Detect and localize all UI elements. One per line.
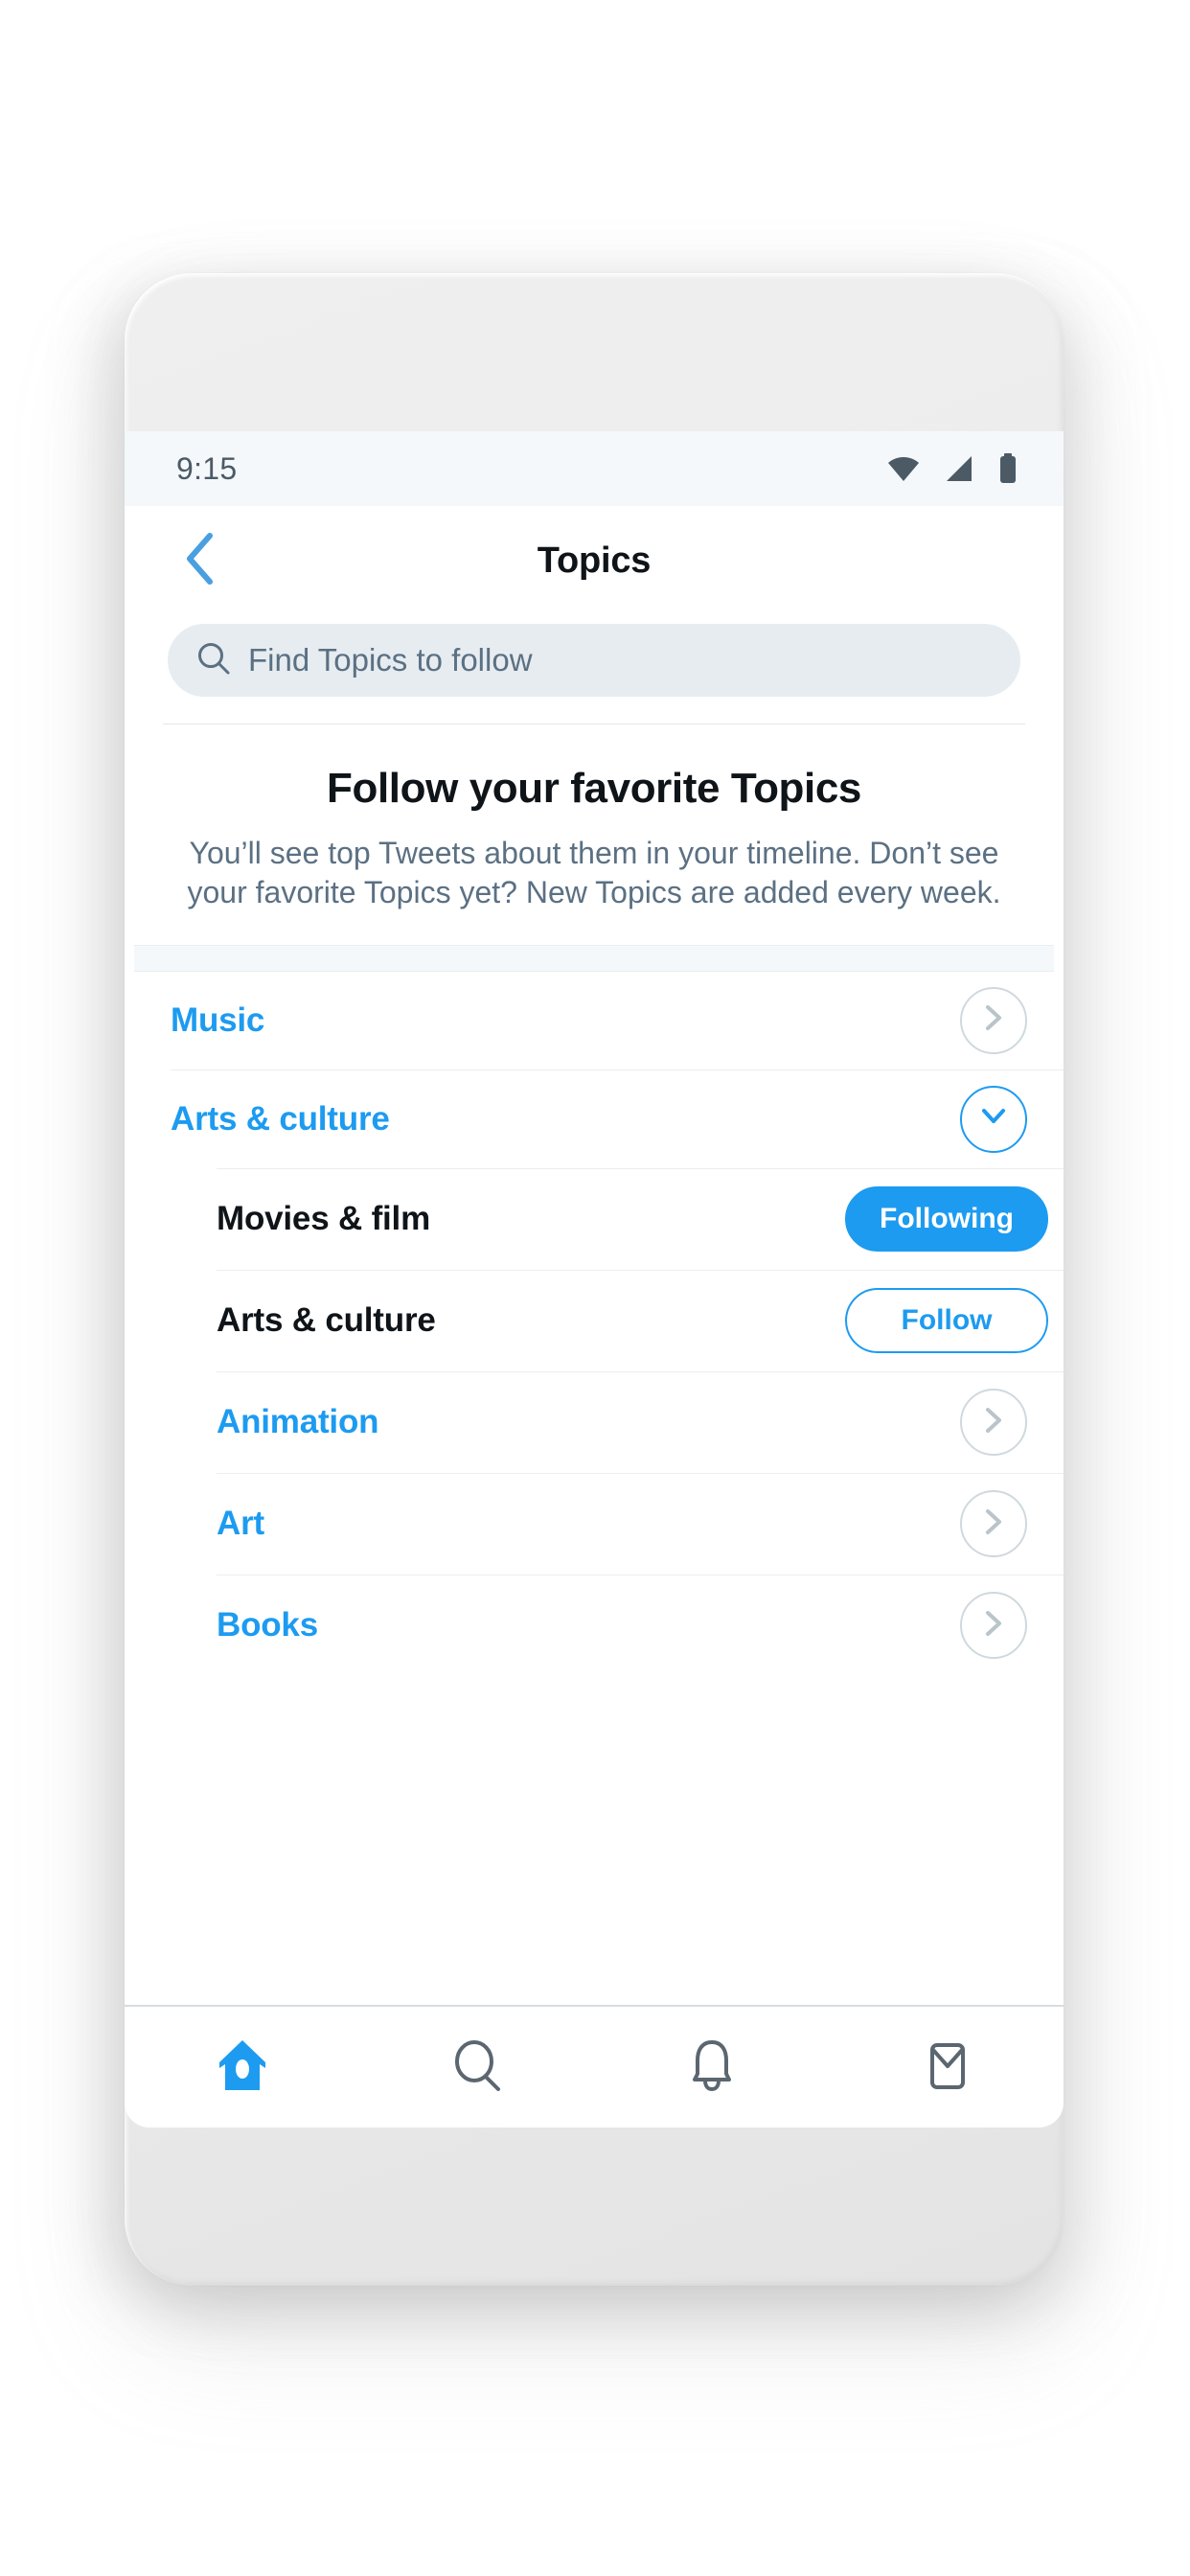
topic-row[interactable]: Movies & film Following [171,1168,1064,1270]
chevron-right-icon [976,1000,1011,1040]
nav-item-notifications[interactable] [659,2014,765,2120]
phone-screen: 9:15 Topics Find Topics to follow Follow… [125,431,1064,2128]
topic-row[interactable]: Music [125,971,1064,1070]
status-bar: 9:15 [125,431,1064,506]
envelope-icon [920,2037,973,2098]
status-bar-time: 9:15 [176,450,238,486]
screen-scroll-area[interactable]: Topics Find Topics to follow Follow your… [125,506,1064,2005]
topic-row-label: Music [171,1000,265,1039]
chevron-right-icon [976,1505,1011,1544]
nav-item-home[interactable] [190,2014,295,2120]
chevron-down-icon [976,1099,1011,1138]
expand-button[interactable] [960,986,1027,1054]
topic-row-label: Books [217,1606,318,1644]
topic-row[interactable]: Arts & culture Follow [171,1270,1064,1371]
cellular-signal-icon [945,455,973,482]
search-icon [450,2037,504,2098]
home-icon [216,2037,269,2098]
expand-button[interactable] [960,1490,1027,1558]
search-icon [196,641,231,680]
topic-row-label: Animation [217,1403,379,1441]
section-separator-band [134,944,1054,972]
app-header: Topics [125,506,1064,616]
bell-icon [685,2037,739,2098]
topic-row[interactable]: Animation [171,1371,1064,1473]
wifi-icon [887,455,920,482]
expand-button[interactable] [960,1592,1027,1660]
battery-icon [998,453,1018,484]
follow-button[interactable]: Follow [845,1288,1048,1354]
search-input[interactable]: Find Topics to follow [168,624,1020,697]
chevron-left-icon [183,532,216,590]
back-button[interactable] [161,523,238,600]
hero-subtitle: You’ll see top Tweets about them in your… [187,836,1001,909]
chevron-right-icon [976,1606,1011,1645]
topic-row-label: Arts & culture [217,1301,436,1340]
topic-row-label: Movies & film [217,1200,431,1238]
status-bar-icons [887,453,1018,484]
bottom-navigation-bar [125,2005,1064,2128]
page-title: Topics [537,540,652,581]
collapse-button[interactable] [960,1085,1027,1153]
topic-row[interactable]: Arts & culture [125,1070,1064,1168]
chevron-right-icon [976,1403,1011,1442]
hero-section: Follow your favorite Topics You’ll see t… [125,724,1064,945]
nav-item-messages[interactable] [894,2014,999,2120]
following-button[interactable]: Following [845,1186,1048,1253]
topic-row-label: Arts & culture [171,1099,390,1138]
topic-list: Music Arts & culture Movies & film Followin… [125,971,1064,1676]
hero-title: Follow your favorite Topics [327,765,861,812]
topic-row[interactable]: Art [171,1473,1064,1575]
search-section: Find Topics to follow [125,616,1064,724]
nav-item-search[interactable] [424,2014,530,2120]
expand-button[interactable] [960,1389,1027,1457]
topic-row-label: Art [217,1505,264,1543]
search-placeholder: Find Topics to follow [248,642,533,678]
topic-row[interactable]: Books [171,1575,1064,1676]
